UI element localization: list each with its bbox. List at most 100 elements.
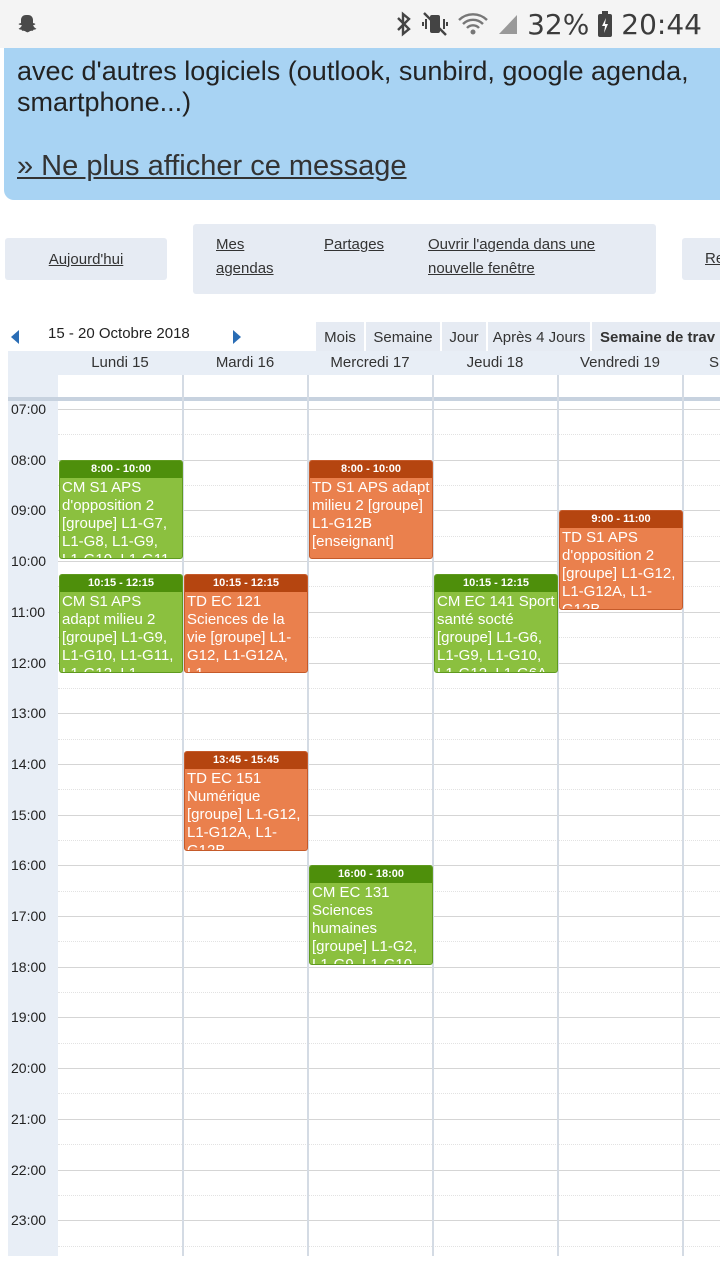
half-hour-line	[58, 992, 720, 994]
view-tabs: Mois Semaine Jour Après 4 Jours Semaine …	[316, 322, 720, 352]
day-header[interactable]: Jeudi 18	[433, 354, 557, 371]
hour-label: 17:00	[11, 908, 47, 924]
half-hour-line	[58, 1144, 720, 1146]
calendar-event[interactable]: 8:00 - 10:00 TD S1 APS adapt milieu 2 [gr…	[309, 459, 433, 560]
calendar-event[interactable]: 13:45 - 15:45 TD EC 151 Numérique [groupe…	[184, 751, 308, 851]
hour-line	[58, 763, 720, 765]
my-agendas-link[interactable]: Mes agendas	[216, 233, 286, 281]
day-header[interactable]: Vendredi 19	[558, 354, 682, 371]
hour-label: 16:00	[11, 857, 47, 874]
shares-link[interactable]: Partages	[324, 233, 384, 257]
half-hour-line	[58, 738, 720, 740]
tab-four-days[interactable]: Après 4 Jours	[488, 322, 590, 352]
hour-line	[58, 1118, 720, 1120]
today-button[interactable]: Aujourd'hui	[5, 238, 167, 280]
calendar-event[interactable]: 9:00 - 11:00 TD S1 APS d'opposition 2 [gr…	[559, 510, 683, 610]
vibrate-mute-icon	[421, 11, 449, 37]
hour-label: 08:00	[11, 451, 47, 468]
event-title: TD S1 APS adapt milieu 2 [groupe] L1-G12…	[312, 478, 430, 550]
open-new-window-link[interactable]: Ouvrir l'agenda dans une nouvelle fenêtr…	[428, 233, 628, 281]
banner-text: avec d'autres logiciels (outlook, sunbir…	[17, 56, 689, 117]
half-hour-line	[58, 687, 720, 689]
hour-label: 21:00	[11, 1110, 47, 1127]
hour-line	[58, 1169, 720, 1171]
event-title: CM S1 APS adapt milieu 2 [groupe] L1-G9,…	[62, 592, 174, 672]
hour-label: 13:00	[11, 705, 47, 722]
half-hour-line	[58, 1245, 720, 1247]
half-hour-line	[58, 1194, 720, 1196]
all-day-separator	[8, 397, 720, 401]
battery-percent: 32%	[527, 7, 590, 41]
event-title: TD S1 APS d'opposition 2 [groupe] L1-G12…	[562, 529, 676, 608]
clock: 20:44	[621, 7, 702, 41]
calendar-event[interactable]: 16:00 - 18:00 CM EC 131 Sciences humaines…	[309, 865, 433, 965]
bluetooth-icon	[395, 11, 413, 37]
tab-day[interactable]: Jour	[442, 322, 486, 352]
battery-charging-icon	[597, 10, 613, 38]
calendar-event[interactable]: 10:15 - 12:15 TD EC 121 Sciences de la vi…	[184, 573, 308, 674]
dismiss-message-link[interactable]: » Ne plus afficher ce message	[17, 150, 407, 183]
hour-label: 18:00	[11, 958, 47, 975]
wifi-icon	[457, 11, 489, 37]
hour-label: 22:00	[11, 1161, 47, 1178]
tab-week[interactable]: Semaine	[366, 322, 440, 352]
tab-month[interactable]: Mois	[316, 322, 364, 352]
day-column-separator	[557, 375, 559, 1256]
half-hour-line	[58, 434, 720, 436]
hour-label: 09:00	[11, 502, 47, 519]
day-header[interactable]: Lundi 15	[58, 354, 182, 371]
hour-label: 19:00	[11, 1009, 47, 1026]
hour-line	[58, 1017, 720, 1019]
hour-line	[58, 713, 720, 715]
event-title: CM EC 131 Sciences humaines [groupe] L1-…	[312, 884, 418, 963]
event-title: TD EC 121 Sciences de la vie [groupe] L1…	[187, 592, 292, 672]
hour-line	[58, 1220, 720, 1222]
event-time: 10:15 - 12:15	[60, 574, 182, 592]
calendar-event[interactable]: 10:15 - 12:15 CM EC 141 Sport santé socté…	[434, 573, 558, 674]
info-banner: avec d'autres logiciels (outlook, sunbir…	[4, 48, 720, 200]
signal-icon	[497, 12, 519, 36]
hour-line	[58, 409, 720, 410]
half-hour-line	[58, 1093, 720, 1095]
hour-label: 10:00	[11, 553, 47, 570]
hour-label: 20:00	[11, 1060, 47, 1077]
status-icons: 32% 20:44	[395, 6, 702, 42]
status-bar: 32% 20:44	[0, 0, 720, 48]
hour-label: 15:00	[11, 806, 47, 823]
hour-label: 11:00	[11, 603, 45, 620]
calendar-event[interactable]: 10:15 - 12:15 CM S1 APS adapt milieu 2 [g…	[59, 573, 183, 674]
hour-line	[58, 966, 720, 968]
half-hour-line	[58, 1042, 720, 1044]
event-time: 10:15 - 12:15	[435, 574, 557, 592]
previous-week-icon[interactable]	[8, 328, 22, 346]
week-calendar: Lundi 15 Mardi 16 Mercredi 17 Jeudi 18 V…	[8, 351, 720, 1256]
day-header-row: Lundi 15 Mardi 16 Mercredi 17 Jeudi 18 V…	[8, 351, 720, 375]
hour-label: 12:00	[11, 654, 47, 671]
event-time: 13:45 - 15:45	[185, 752, 307, 770]
day-column-separator	[682, 375, 684, 1256]
tab-work-week[interactable]: Semaine de trav	[592, 322, 720, 352]
event-time: 16:00 - 18:00	[310, 866, 432, 884]
half-hour-line	[58, 839, 720, 841]
event-title: CM EC 141 Sport santé socté [groupe] L1-…	[437, 592, 555, 672]
next-week-icon[interactable]	[230, 328, 244, 346]
calendar-event[interactable]: 8:00 - 10:00 CM S1 APS d'opposition 2 [gr…	[59, 459, 183, 560]
event-time: 8:00 - 10:00	[310, 460, 432, 478]
right-toolbar-button[interactable]: Re	[682, 238, 720, 280]
hour-line	[58, 1068, 720, 1070]
snapchat-icon	[16, 12, 40, 36]
event-time: 10:15 - 12:15	[185, 574, 307, 592]
event-time: 9:00 - 11:00	[560, 511, 682, 529]
date-range: 15 - 20 Octobre 2018	[48, 325, 190, 342]
half-hour-line	[58, 789, 720, 791]
hour-label: 23:00	[11, 1212, 47, 1229]
app-root: 32% 20:44 avec d'autres logiciels (outlo…	[0, 0, 720, 1280]
hour-label: 07:00	[11, 401, 47, 417]
event-title: CM S1 APS d'opposition 2 [groupe] L1-G7,…	[62, 478, 173, 558]
event-title: TD EC 151 Numérique [groupe] L1-G12, L1-…	[187, 770, 301, 849]
agenda-toolbar: Mes agendas Partages Ouvrir l'agenda dan…	[193, 224, 656, 294]
day-header[interactable]: S	[683, 354, 720, 371]
event-time: 8:00 - 10:00	[60, 460, 182, 478]
day-header[interactable]: Mercredi 17	[308, 354, 432, 371]
day-header[interactable]: Mardi 16	[183, 354, 307, 371]
